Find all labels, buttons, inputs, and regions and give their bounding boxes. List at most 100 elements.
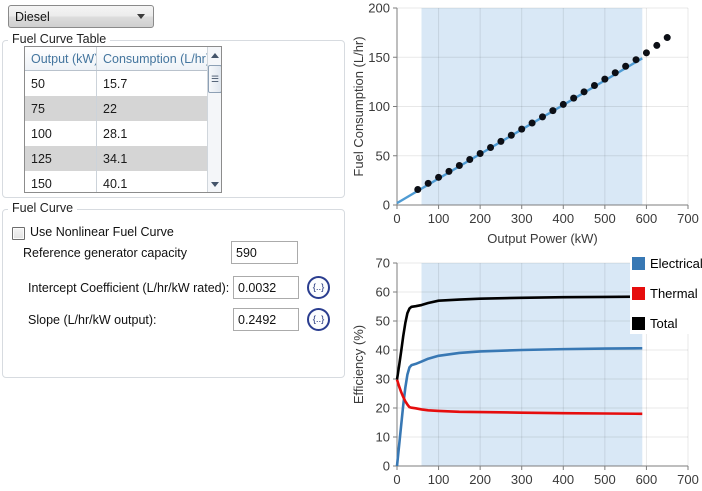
x-tick-label: 500: [594, 211, 616, 226]
x-tick-label: 600: [636, 211, 658, 226]
table-header-row: Output (kW) Consumption (L/hr): [25, 47, 207, 71]
output-cell[interactable]: 100: [25, 121, 96, 146]
fuel-data-point: [549, 107, 556, 114]
y-tick-label: 150: [368, 50, 390, 65]
x-tick-label: 400: [552, 211, 574, 226]
y-tick-label: 70: [376, 256, 390, 271]
x-tick-label: 300: [511, 211, 533, 226]
y-tick-label: 200: [368, 1, 390, 16]
fuel-data-point: [456, 162, 463, 169]
x-tick-label: 200: [469, 472, 491, 487]
y-tick-label: 50: [376, 148, 390, 163]
fuel-data-point: [435, 174, 442, 181]
fuel-data-point: [612, 69, 619, 76]
x-tick-label: 500: [594, 472, 616, 487]
fuel-curve-group-label: Fuel Curve: [8, 201, 77, 215]
reference-capacity-input[interactable]: [231, 241, 298, 264]
x-tick-label: 600: [636, 472, 658, 487]
use-nonlinear-fuel-curve-label: Use Nonlinear Fuel Curve: [30, 225, 174, 239]
legend-item-total: Total: [632, 316, 702, 330]
generator-fuel-page: Diesel Fuel Curve Table Output (kW) Cons…: [0, 0, 702, 491]
x-tick-label: 700: [677, 472, 699, 487]
fuel-data-point: [591, 82, 598, 89]
intercept-coefficient-label: Intercept Coefficient (L/hr/kW rated):: [28, 281, 229, 295]
output-cell[interactable]: 50: [25, 71, 96, 96]
fuel-data-point: [560, 101, 567, 108]
operating-range-shade: [422, 263, 643, 466]
fuel-data-point: [529, 120, 536, 127]
table-row[interactable]: 12534.1: [25, 146, 207, 171]
consumption-cell[interactable]: 28.1: [96, 121, 207, 146]
fuel-data-point: [643, 49, 650, 56]
consumption-cell[interactable]: 34.1: [96, 146, 207, 171]
y-axis-title: Fuel Consumption (L/hr): [351, 36, 366, 176]
y-tick-label: 0: [383, 198, 390, 213]
table-scrollbar[interactable]: ☰: [207, 47, 222, 192]
consumption-cell[interactable]: 22: [96, 96, 207, 121]
intercept-expression-button[interactable]: {..}: [307, 276, 330, 299]
fuel-data-point: [477, 150, 484, 157]
thermal-swatch-icon: [632, 287, 645, 300]
table-row[interactable]: 7522: [25, 96, 207, 121]
x-tick-label: 0: [393, 472, 400, 487]
efficiency-chart-legend: Electrical Thermal Total: [630, 252, 702, 334]
table-body: 5015.7752210028.112534.115040.1: [25, 71, 207, 193]
x-tick-label: 400: [552, 472, 574, 487]
fuel-consumption-chart: 0100200300400500600700050100150200Fuel C…: [350, 0, 702, 250]
fuel-curve-table: Output (kW) Consumption (L/hr) 5015.7752…: [24, 46, 222, 193]
y-tick-label: 30: [376, 372, 390, 387]
fuel-data-point: [601, 76, 608, 83]
table-row[interactable]: 10028.1: [25, 121, 207, 146]
x-tick-label: 0: [393, 211, 400, 226]
slope-expression-button[interactable]: {..}: [307, 308, 330, 331]
table-row[interactable]: 5015.7: [25, 71, 207, 96]
column-header-consumption[interactable]: Consumption (L/hr): [96, 47, 207, 70]
slope-label: Slope (L/hr/kW output):: [28, 313, 157, 327]
column-header-output[interactable]: Output (kW): [25, 47, 96, 70]
y-tick-label: 0: [383, 459, 390, 474]
fuel-data-point: [445, 168, 452, 175]
table-row[interactable]: 15040.1: [25, 171, 207, 193]
slope-input[interactable]: [233, 308, 299, 331]
fuel-data-point: [487, 144, 494, 151]
intercept-coefficient-input[interactable]: [233, 276, 299, 299]
fuel-data-point: [664, 34, 671, 41]
electrical-swatch-icon: [632, 257, 645, 270]
fuel-data-point: [414, 186, 421, 193]
output-cell[interactable]: 75: [25, 96, 96, 121]
x-tick-label: 200: [469, 211, 491, 226]
scroll-up-icon: [211, 53, 219, 58]
total-swatch-icon: [632, 317, 645, 330]
fuel-data-point: [622, 63, 629, 70]
fuel-data-point: [581, 88, 588, 95]
output-cell[interactable]: 125: [25, 146, 96, 171]
scrollbar-up-button[interactable]: [208, 47, 222, 63]
y-tick-label: 20: [376, 401, 390, 416]
output-cell[interactable]: 150: [25, 171, 96, 193]
scrollbar-down-button[interactable]: [208, 176, 222, 192]
fuel-data-point: [539, 113, 546, 120]
reference-capacity-label: Reference generator capacity: [23, 246, 187, 260]
fuel-data-point: [425, 180, 432, 187]
legend-item-electrical: Electrical: [632, 256, 702, 270]
consumption-cell[interactable]: 15.7: [96, 71, 207, 96]
consumption-cell[interactable]: 40.1: [96, 171, 207, 193]
fuel-data-point: [518, 126, 525, 133]
fuel-data-point: [633, 56, 640, 63]
legend-item-thermal: Thermal: [632, 286, 702, 300]
fuel-data-point: [466, 156, 473, 163]
x-tick-label: 100: [428, 472, 450, 487]
scrollbar-thumb[interactable]: ☰: [208, 65, 222, 93]
scroll-down-icon: [211, 182, 219, 187]
use-nonlinear-fuel-curve-checkbox[interactable]: [12, 227, 25, 240]
x-tick-label: 300: [511, 472, 533, 487]
fuel-type-dropdown[interactable]: Diesel: [8, 5, 154, 28]
y-tick-label: 60: [376, 285, 390, 300]
fuel-data-point: [653, 42, 660, 49]
scrollbar-grip-icon: ☰: [211, 75, 219, 84]
y-tick-label: 10: [376, 430, 390, 445]
fuel-type-selected-value: Diesel: [9, 10, 137, 24]
y-axis-title: Efficiency (%): [351, 325, 366, 404]
y-tick-label: 40: [376, 343, 390, 358]
fuel-data-point: [570, 95, 577, 102]
